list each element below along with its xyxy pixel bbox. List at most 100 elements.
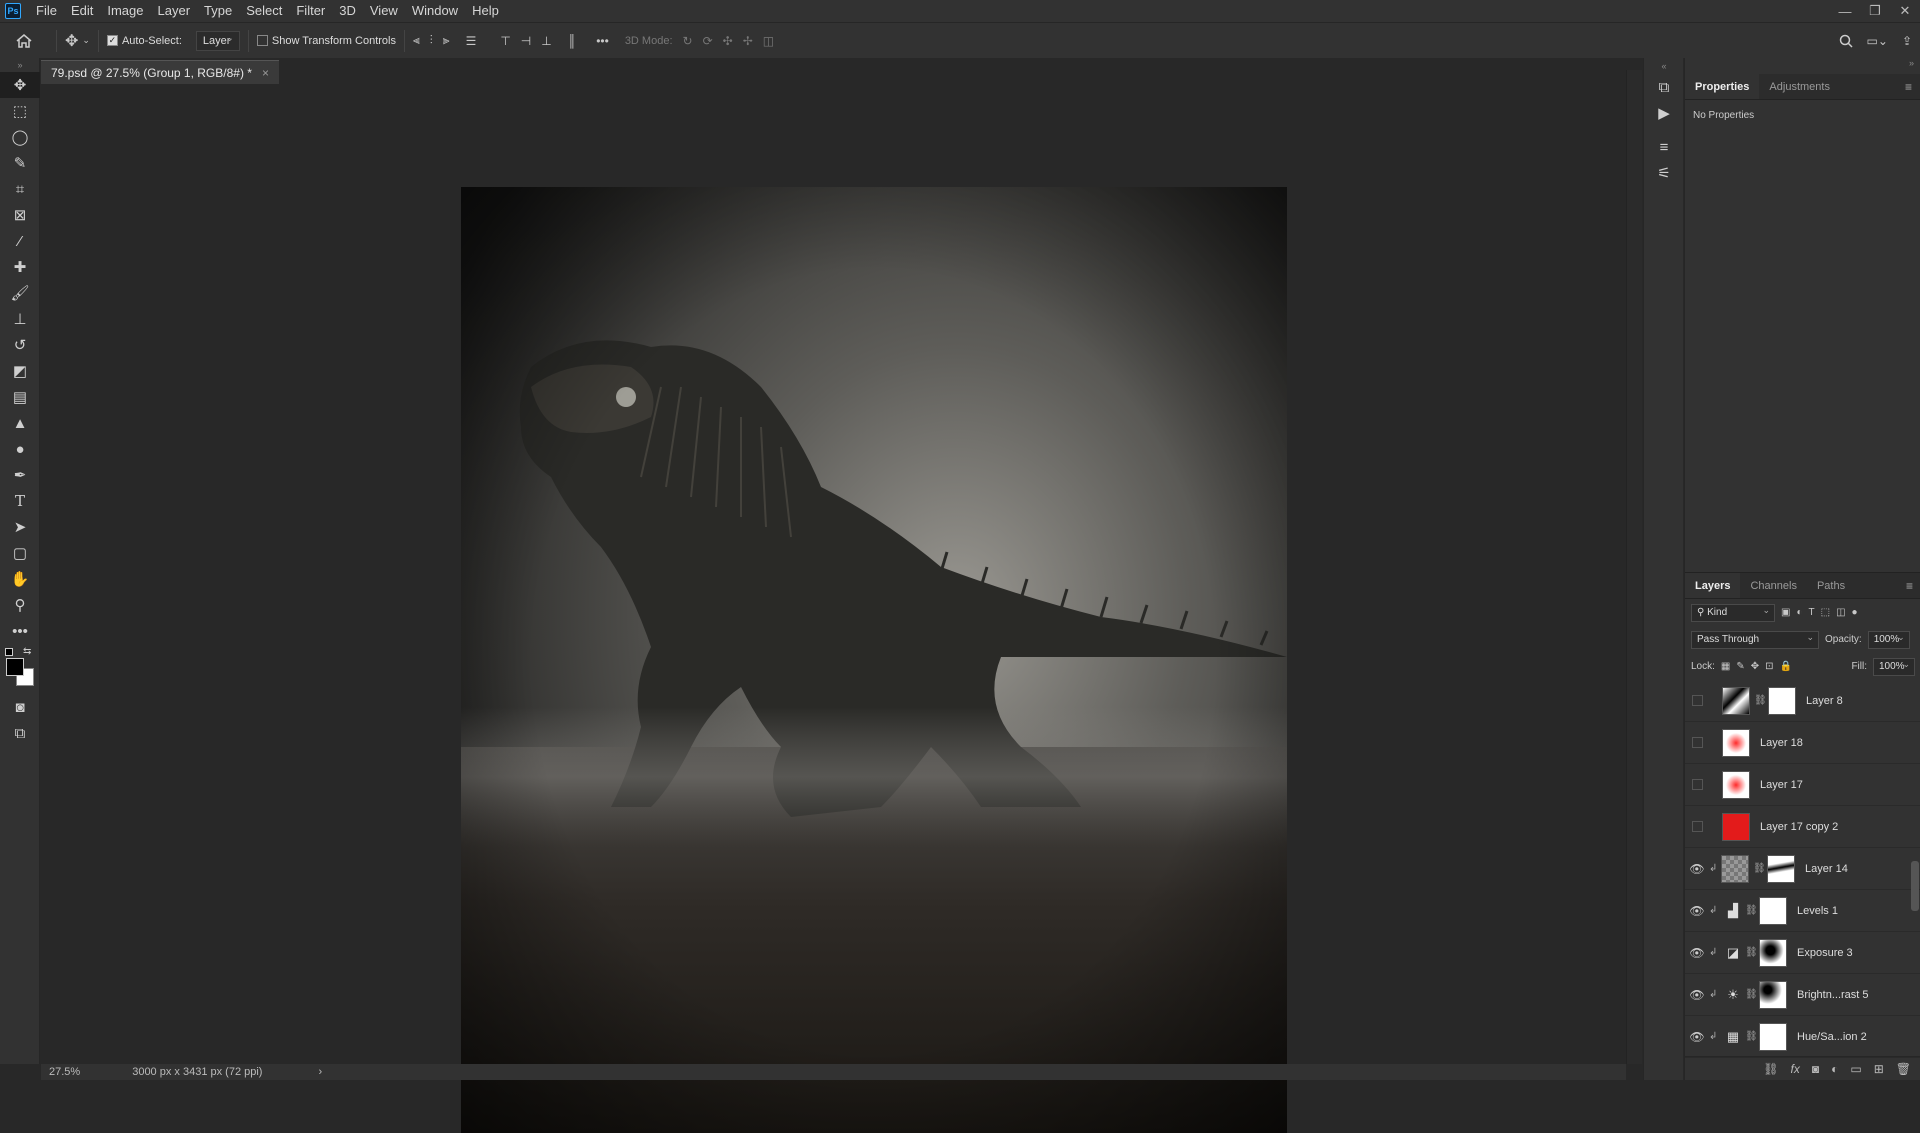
layer-row[interactable]: Layer 18: [1685, 722, 1920, 764]
menu-image[interactable]: Image: [100, 0, 150, 22]
workspace-icon[interactable]: ▭⌄: [1867, 34, 1888, 48]
blur-tool-icon[interactable]: ▲: [0, 410, 40, 436]
default-colors-icon[interactable]: [5, 648, 13, 656]
path-selection-tool-icon[interactable]: ➤: [0, 514, 40, 540]
align-center-icon[interactable]: ⫶: [430, 33, 433, 48]
restore-button[interactable]: ❐: [1860, 0, 1890, 22]
layer-row[interactable]: ⛓ Layer 8: [1685, 680, 1920, 722]
distribute-icon[interactable]: ☰: [466, 34, 477, 48]
layer-style-icon[interactable]: fx: [1791, 1062, 1800, 1076]
visibility-eye-icon[interactable]: 👁: [1685, 862, 1709, 876]
adjustment-sliders-panel-icon[interactable]: ⚟: [1644, 160, 1684, 186]
menu-select[interactable]: Select: [239, 0, 289, 22]
document-tab[interactable]: 79.psd @ 27.5% (Group 1, RGB/8#) * ×: [41, 60, 279, 84]
show-transform-toggle[interactable]: Show Transform Controls: [256, 23, 396, 59]
3d-slide-icon[interactable]: ✢: [743, 34, 753, 48]
clone-stamp-tool-icon[interactable]: ⊥: [0, 306, 40, 332]
lasso-tool-icon[interactable]: ◯: [0, 124, 40, 150]
collapse-dock-icon[interactable]: «: [1644, 58, 1684, 74]
gradient-tool-icon[interactable]: ▤: [0, 384, 40, 410]
more-options-icon[interactable]: •••: [596, 34, 609, 48]
history-brush-tool-icon[interactable]: ↺: [0, 332, 40, 358]
show-transform-checkbox[interactable]: [256, 35, 268, 46]
auto-select-checkbox[interactable]: ✓: [106, 35, 118, 46]
move-tool-icon[interactable]: ✥: [0, 72, 40, 98]
status-chevron-right-icon[interactable]: ›: [310, 1066, 330, 1078]
3d-camera-icon[interactable]: ◫: [763, 34, 774, 48]
visibility-toggle[interactable]: [1692, 779, 1703, 790]
tab-adjustments[interactable]: Adjustments: [1759, 74, 1840, 99]
menu-layer[interactable]: Layer: [151, 0, 198, 22]
visibility-toggle[interactable]: [1692, 821, 1703, 832]
lock-position-icon[interactable]: ✥: [1751, 661, 1759, 672]
visibility-eye-icon[interactable]: 👁: [1685, 946, 1709, 960]
distribute-vertical-icon[interactable]: ║: [568, 34, 577, 48]
brush-tool-icon[interactable]: 🖌: [0, 280, 40, 306]
fill-input[interactable]: 100%: [1873, 657, 1915, 676]
filter-kind-dropdown[interactable]: ⚲ Kind: [1691, 603, 1775, 622]
minimize-button[interactable]: —: [1830, 0, 1860, 22]
visibility-eye-icon[interactable]: 👁: [1685, 988, 1709, 1002]
quick-mask-icon[interactable]: ◙: [0, 694, 40, 720]
align-left-icon[interactable]: ⫷: [413, 33, 420, 48]
visibility-toggle[interactable]: [1692, 695, 1703, 706]
pen-tool-icon[interactable]: ✒: [0, 462, 40, 488]
tab-layers[interactable]: Layers: [1685, 573, 1741, 598]
lock-artboard-icon[interactable]: ⊡: [1765, 661, 1773, 672]
filter-type-icon[interactable]: T: [1809, 607, 1815, 618]
close-window-button[interactable]: ✕: [1890, 0, 1920, 22]
search-icon[interactable]: [1839, 34, 1853, 48]
auto-select-dropdown[interactable]: Layer: [195, 30, 240, 51]
zoom-tool-icon[interactable]: ⚲: [0, 592, 40, 618]
layer-row[interactable]: 👁 ↲ ▟ ⛓ Levels 1: [1685, 890, 1920, 932]
3d-orbit-icon[interactable]: ↻: [683, 34, 693, 48]
layer-row[interactable]: 👁 ↲ ◪ ⛓ Exposure 3: [1685, 932, 1920, 974]
visibility-eye-icon[interactable]: 👁: [1685, 1030, 1709, 1044]
tab-properties[interactable]: Properties: [1685, 74, 1760, 99]
canvas-area[interactable]: [41, 85, 1625, 1133]
frame-tool-icon[interactable]: ⊠: [0, 202, 40, 228]
collapse-panels-icon[interactable]: »: [1685, 58, 1920, 74]
shape-tool-icon[interactable]: ▢: [0, 540, 40, 566]
menu-view[interactable]: View: [363, 0, 405, 22]
dodge-tool-icon[interactable]: ●: [0, 436, 40, 462]
delete-layer-icon[interactable]: 🗑: [1896, 1062, 1911, 1076]
layers-scrollbar[interactable]: [1911, 681, 1919, 1051]
zoom-level[interactable]: 27.5%: [41, 1066, 88, 1078]
lock-image-icon[interactable]: ✎: [1736, 661, 1744, 672]
3d-pan-icon[interactable]: ✣: [723, 34, 733, 48]
opacity-input[interactable]: 100%: [1867, 630, 1910, 649]
eraser-tool-icon[interactable]: ◩: [0, 358, 40, 384]
link-layers-icon[interactable]: ⛓: [1763, 1062, 1778, 1076]
lock-all-icon[interactable]: 🔒: [1780, 661, 1792, 672]
menu-type[interactable]: Type: [197, 0, 239, 22]
layer-row[interactable]: Layer 17 copy 2: [1685, 806, 1920, 848]
align-middle-icon[interactable]: ⊣: [521, 34, 531, 48]
layer-row[interactable]: 👁 ↲ ⛓ Layer 14: [1685, 848, 1920, 890]
move-tool-preset[interactable]: ✥ ⌄: [65, 23, 90, 59]
menu-help[interactable]: Help: [465, 0, 506, 22]
brush-settings-panel-icon[interactable]: ≡: [1644, 134, 1684, 160]
align-bottom-icon[interactable]: ⊥: [541, 34, 551, 48]
new-adjustment-icon[interactable]: ◐: [1831, 1062, 1838, 1076]
type-tool-icon[interactable]: T: [0, 488, 40, 514]
healing-brush-tool-icon[interactable]: ✚: [0, 254, 40, 280]
auto-select-toggle[interactable]: ✓ Auto-Select:: [106, 23, 182, 59]
menu-window[interactable]: Window: [405, 0, 465, 22]
filter-smart-object-icon[interactable]: ◫: [1836, 607, 1845, 618]
visibility-eye-icon[interactable]: 👁: [1685, 904, 1709, 918]
filter-adjustment-icon[interactable]: ◐: [1796, 607, 1802, 618]
actions-panel-icon[interactable]: ▶: [1644, 100, 1684, 126]
panel-menu-icon[interactable]: ≡: [1898, 573, 1920, 598]
menu-file[interactable]: File: [29, 0, 64, 22]
lock-transparent-icon[interactable]: ▦: [1721, 661, 1730, 672]
menu-filter[interactable]: Filter: [289, 0, 332, 22]
canvas-vertical-scrollbar[interactable]: [1626, 70, 1642, 1064]
layer-row[interactable]: 👁 ↲ ▦ ⛓ Hue/Sa...ion 2: [1685, 1016, 1920, 1058]
swap-colors-icon[interactable]: ⇆: [23, 646, 31, 657]
share-icon[interactable]: ⇪: [1902, 34, 1912, 48]
eyedropper-tool-icon[interactable]: ⁄: [0, 228, 40, 254]
3d-roll-icon[interactable]: ⟳: [703, 34, 713, 48]
collapse-toolbar-icon[interactable]: »: [0, 58, 40, 72]
menu-3d[interactable]: 3D: [332, 0, 363, 22]
